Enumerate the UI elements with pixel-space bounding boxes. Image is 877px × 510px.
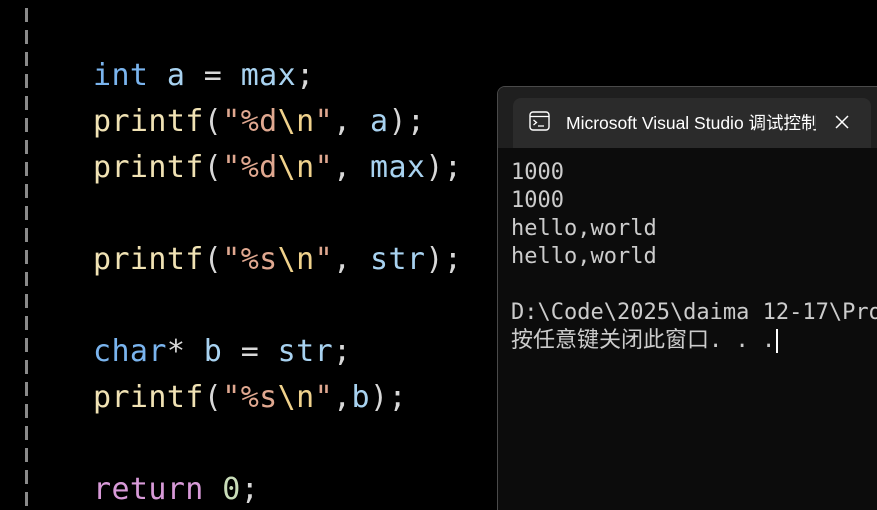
output-line: hello,world [511, 244, 657, 269]
code-token: * [166, 334, 204, 369]
code-token: a [369, 104, 389, 139]
console-icon [529, 111, 550, 131]
code-token: ); [425, 242, 463, 277]
code-token: "%s [222, 380, 278, 415]
console-titlebar[interactable]: Microsoft Visual Studio 调试控制台 [498, 87, 877, 148]
code-line: printf("%s\n",b); [93, 378, 407, 418]
code-token: printf [93, 380, 204, 415]
code-line: printf("%s\n", str); [93, 240, 462, 280]
press-any-key-line: 按任意键关闭此窗口. . . [511, 327, 877, 355]
code-line: int a = max; [93, 56, 315, 96]
code-token: char [93, 334, 167, 369]
output-line: 1000 [511, 160, 564, 185]
code-token: ; [296, 58, 315, 93]
code-line: printf("%d\n", max); [93, 148, 462, 188]
code-token: a [166, 58, 186, 93]
code-line: return 0; [93, 470, 259, 510]
console-tab[interactable]: Microsoft Visual Studio 调试控制台 [513, 98, 871, 148]
code-token: ; [333, 334, 352, 369]
code-token: , [333, 380, 352, 415]
code-token: ( [203, 150, 223, 185]
code-token: b [351, 380, 370, 415]
code-token: " [314, 104, 334, 139]
output-line: 1000 [511, 188, 564, 213]
code-token: "%s [222, 242, 278, 277]
code-token: "%d [222, 104, 278, 139]
debug-console-window[interactable]: Microsoft Visual Studio 调试控制台 1000 1000 … [497, 86, 877, 510]
code-token: ( [203, 104, 223, 139]
code-token: b [203, 334, 223, 369]
code-token: return [93, 472, 204, 507]
code-line: char* b = str; [93, 332, 352, 372]
code-token: ; [240, 472, 260, 507]
code-token: 0 [222, 472, 241, 507]
text-caret [776, 329, 779, 353]
code-token: max [369, 150, 426, 185]
console-output[interactable]: 1000 1000 hello,world hello,world D:\Cod… [511, 159, 877, 510]
code-token: " [314, 380, 334, 415]
code-token: str [277, 334, 334, 369]
screen: int a = max; printf("%d\n", a); printf("%d… [0, 0, 877, 510]
code-token: , [333, 150, 370, 185]
code-token: \n [277, 150, 315, 185]
code-token: int [93, 58, 149, 93]
code-token: " [314, 242, 334, 277]
code-token: , [333, 242, 370, 277]
code-token: = [185, 58, 241, 93]
code-token: printf [93, 150, 204, 185]
code-token: str [369, 242, 426, 277]
code-token: , [333, 104, 370, 139]
code-token: max [240, 58, 297, 93]
close-icon[interactable] [832, 112, 852, 132]
code-token: \n [277, 104, 315, 139]
code-token: ( [203, 380, 223, 415]
exe-path-line: D:\Code\2025\daima 12-17\Project1\x64\De… [511, 300, 877, 325]
code-token: = [222, 334, 278, 369]
code-token: ( [203, 242, 223, 277]
code-token: \n [277, 380, 315, 415]
code-token: printf [93, 104, 204, 139]
code-token: " [314, 150, 334, 185]
prompt-text: 按任意键关闭此窗口. . . [511, 328, 776, 353]
code-token: "%d [222, 150, 278, 185]
code-token: \n [277, 242, 315, 277]
console-tab-title: Microsoft Visual Studio 调试控制台 [566, 113, 816, 133]
code-token: ); [369, 380, 407, 415]
code-token: printf [93, 242, 204, 277]
output-line: hello,world [511, 216, 657, 241]
code-line: printf("%d\n", a); [93, 102, 425, 142]
code-token: ); [388, 104, 426, 139]
indent-guide [25, 8, 28, 508]
code-token: ); [425, 150, 463, 185]
